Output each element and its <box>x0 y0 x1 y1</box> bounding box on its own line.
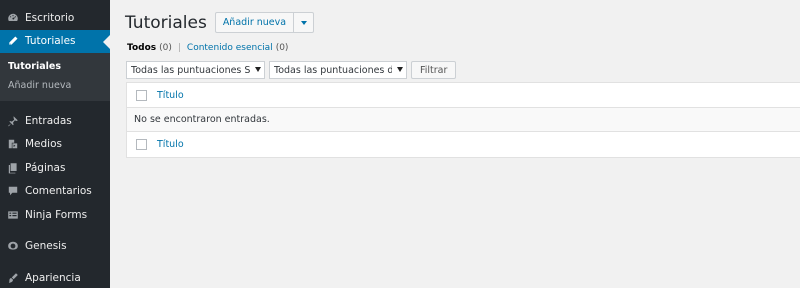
posts-table: Título No se encontraron entradas. Títul… <box>126 82 800 158</box>
main-content: Tutoriales Añadir nueva Todos (0) | Cont… <box>110 0 800 288</box>
chevron-down-icon <box>300 20 307 25</box>
view-all-count: (0) <box>159 43 172 53</box>
sidebar-item-label: Tutoriales <box>25 35 76 48</box>
select-all-checkbox[interactable] <box>136 89 147 101</box>
add-new-button[interactable]: Añadir nueva <box>214 12 295 33</box>
forms-icon <box>6 208 20 222</box>
column-title-sort-link[interactable]: Título <box>157 90 184 101</box>
page-heading: Tutoriales Añadir nueva <box>125 12 315 33</box>
caret-down-icon <box>255 67 261 72</box>
submenu-item-anadir-nueva[interactable]: Añadir nueva <box>0 76 110 95</box>
sidebar-item-tutoriales[interactable]: Tutoriales <box>0 29 110 53</box>
sidebar-item-comentarios[interactable]: Comentarios <box>0 180 110 204</box>
seo-score-select[interactable]: Todas las puntuaciones SEO <box>126 61 265 79</box>
media-icon <box>6 137 20 151</box>
sidebar-item-paginas[interactable]: Páginas <box>0 156 110 180</box>
sidebar-item-entradas[interactable]: Entradas <box>0 109 110 133</box>
tutoriales-submenu: Tutoriales Añadir nueva <box>0 53 110 101</box>
sidebar-item-escritorio[interactable]: Escritorio <box>0 6 110 30</box>
sidebar-item-label: Páginas <box>25 161 66 174</box>
sidebar-item-label: Medios <box>25 138 62 151</box>
add-new-dropdown-button[interactable] <box>294 12 315 33</box>
sidebar-item-label: Apariencia <box>25 271 81 284</box>
sidebar-item-medios[interactable]: Medios <box>0 133 110 157</box>
pages-icon <box>6 161 20 175</box>
page-title: Tutoriales <box>125 12 207 33</box>
sidebar-item-apariencia[interactable]: Apariencia <box>0 266 110 288</box>
dashboard-icon <box>6 11 20 25</box>
view-filters: Todos (0) | Contenido esencial (0) <box>127 43 288 53</box>
view-separator: | <box>177 43 181 53</box>
view-essential-link[interactable]: Contenido esencial <box>187 43 273 53</box>
seo-score-select-value: Todas las puntuaciones SEO <box>131 64 250 76</box>
sidebar-item-label: Entradas <box>25 114 72 127</box>
caret-down-icon <box>397 67 403 72</box>
sidebar-item-label: Comentarios <box>25 185 92 198</box>
comment-icon <box>6 184 20 198</box>
submenu-item-tutoriales[interactable]: Tutoriales <box>0 57 110 76</box>
table-header-row: Título <box>127 83 800 108</box>
brush-icon <box>6 271 20 285</box>
pencil-icon <box>6 34 20 48</box>
sidebar-item-label: Genesis <box>25 240 67 253</box>
column-title-sort-link-footer[interactable]: Título <box>157 139 184 150</box>
sidebar-item-label: Ninja Forms <box>25 208 88 221</box>
select-all-checkbox-footer[interactable] <box>136 139 147 150</box>
sidebar-item-label: Escritorio <box>25 11 75 24</box>
view-all-link[interactable]: Todos <box>127 43 156 53</box>
filter-button[interactable]: Filtrar <box>411 61 457 79</box>
genesis-icon <box>6 239 20 253</box>
pin-icon <box>6 114 20 128</box>
view-essential-count: (0) <box>275 43 289 53</box>
readability-select-value: Todas las puntuaciones de le <box>274 64 392 76</box>
sidebar-item-genesis[interactable]: Genesis <box>0 235 110 259</box>
filter-bar: Todas las puntuaciones SEO Todas las pun… <box>126 61 457 79</box>
sidebar-item-ninja-forms[interactable]: Ninja Forms <box>0 203 110 227</box>
readability-score-select[interactable]: Todas las puntuaciones de le <box>269 61 407 79</box>
admin-sidebar: Escritorio Tutoriales Tutoriales Añadir … <box>0 0 110 288</box>
table-footer-row: Título <box>127 132 800 157</box>
empty-row: No se encontraron entradas. <box>127 108 800 132</box>
empty-message: No se encontraron entradas. <box>134 114 270 125</box>
